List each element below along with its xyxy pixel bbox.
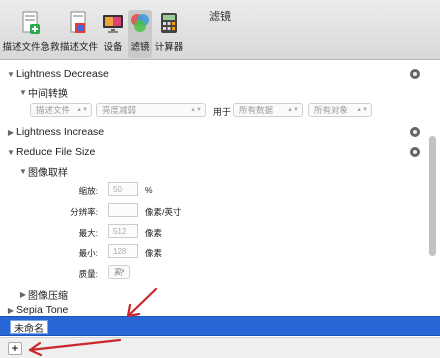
- object-scope-select[interactable]: 所有对象 ▲▼: [308, 103, 372, 117]
- source-select[interactable]: 描述文件 ▲▼: [30, 103, 92, 117]
- select-arrows-icon: ▲▼: [190, 107, 202, 113]
- filter-circles-icon: [129, 10, 151, 36]
- toolbar-profiles[interactable]: 描述文件: [60, 10, 98, 58]
- filter-name-input[interactable]: 未命名: [10, 320, 48, 335]
- filter-lightness-decrease[interactable]: ▼ Lightness Decrease: [6, 65, 109, 83]
- calculator-icon: [158, 10, 180, 36]
- profile-icon: [68, 10, 90, 36]
- toolbar-label: 描述文件急救: [2, 42, 60, 53]
- select-value: 所有数据: [239, 105, 274, 115]
- transform-select[interactable]: 亮度减弱 ▲▼: [96, 103, 206, 117]
- scale-input[interactable]: 50: [108, 182, 138, 196]
- subsection-title: 图像压缩: [28, 290, 68, 302]
- toolbar-filters[interactable]: 滤镜: [128, 10, 152, 58]
- toolbar-label: 设备: [103, 42, 123, 53]
- filter-options-icon[interactable]: [410, 147, 420, 157]
- resolution-input[interactable]: [108, 203, 138, 217]
- min-unit: 像素: [145, 248, 163, 258]
- scrollbar[interactable]: [429, 136, 436, 256]
- select-arrows-icon: ▲▼: [287, 107, 299, 113]
- filter-reduce-file-size[interactable]: ▼ Reduce File Size: [6, 143, 95, 161]
- filter-lightness-increase[interactable]: ▶ Lightness Increase: [6, 123, 104, 141]
- select-arrows-icon: ▲▼: [76, 107, 88, 113]
- filter-name-row[interactable]: 未命名: [0, 316, 440, 336]
- min-input[interactable]: 128: [108, 244, 138, 258]
- subsection-image-sampling[interactable]: ▼ 图像取样: [18, 162, 68, 180]
- profile-first-aid-icon: [20, 10, 42, 36]
- add-filter-button[interactable]: +: [8, 342, 22, 355]
- toolbar-devices[interactable]: 设备: [100, 10, 126, 58]
- toolbar-label: 计算器: [154, 42, 184, 53]
- filter-title: Sepia Tone: [16, 304, 69, 315]
- select-value: 所有对象: [314, 105, 349, 115]
- disclosure-collapsed-icon[interactable]: ▶: [6, 306, 16, 315]
- toolbar-label: 描述文件: [60, 42, 99, 53]
- select-arrows-icon: ▲▼: [114, 269, 126, 275]
- resolution-unit: 像素/英寸: [145, 207, 182, 217]
- select-value: 亮度减弱: [102, 105, 137, 115]
- toolbar-label: 滤镜: [130, 42, 150, 53]
- disclosure-expanded-icon[interactable]: ▼: [18, 167, 28, 176]
- for-label: 用于: [213, 107, 232, 117]
- toolbar-calculator[interactable]: 计算器: [154, 10, 184, 58]
- filter-title: Reduce File Size: [16, 146, 96, 158]
- filter-title: Lightness Increase: [16, 126, 105, 138]
- bottom-bar: +: [0, 337, 440, 358]
- filter-list: ▼ Lightness Decrease ▼ 中间转换 描述文件 ▲▼ 亮度减弱…: [0, 61, 440, 315]
- max-unit: 像素: [145, 228, 163, 238]
- max-label: 最大:: [78, 228, 98, 238]
- filter-options-icon[interactable]: [410, 127, 420, 137]
- min-label: 最小:: [78, 248, 98, 258]
- disclosure-expanded-icon[interactable]: ▼: [18, 88, 28, 97]
- toolbar: 滤镜 描述文件急救 描述文件 设备 滤镜 计算器: [0, 0, 440, 60]
- subsection-intermediate-transform[interactable]: ▼ 中间转换: [18, 83, 68, 101]
- scale-unit: %: [145, 185, 153, 195]
- scale-label: 缩放:: [78, 186, 98, 196]
- toolbar-profile-first-aid[interactable]: 描述文件急救: [2, 10, 60, 58]
- disclosure-expanded-icon[interactable]: ▼: [6, 70, 16, 79]
- max-input[interactable]: 512: [108, 224, 138, 238]
- disclosure-expanded-icon[interactable]: ▼: [6, 148, 16, 157]
- select-value: 描述文件: [36, 105, 71, 115]
- disclosure-collapsed-icon[interactable]: ▶: [18, 290, 28, 299]
- filter-title: Lightness Decrease: [16, 68, 109, 80]
- subsection-title: 中间转换: [28, 88, 68, 100]
- data-scope-select[interactable]: 所有数据 ▲▼: [233, 103, 303, 117]
- select-arrows-icon: ▲▼: [356, 107, 368, 113]
- quality-select[interactable]: 高 ▲▼: [108, 265, 130, 279]
- quality-label: 质量:: [78, 269, 98, 279]
- subsection-title: 图像取样: [28, 167, 68, 179]
- disclosure-collapsed-icon[interactable]: ▶: [6, 128, 16, 137]
- filter-sepia-tone[interactable]: ▶ Sepia Tone: [6, 301, 68, 315]
- filter-options-icon[interactable]: [410, 69, 420, 79]
- resolution-label: 分辨率:: [70, 207, 98, 217]
- monitor-icon: [102, 10, 124, 36]
